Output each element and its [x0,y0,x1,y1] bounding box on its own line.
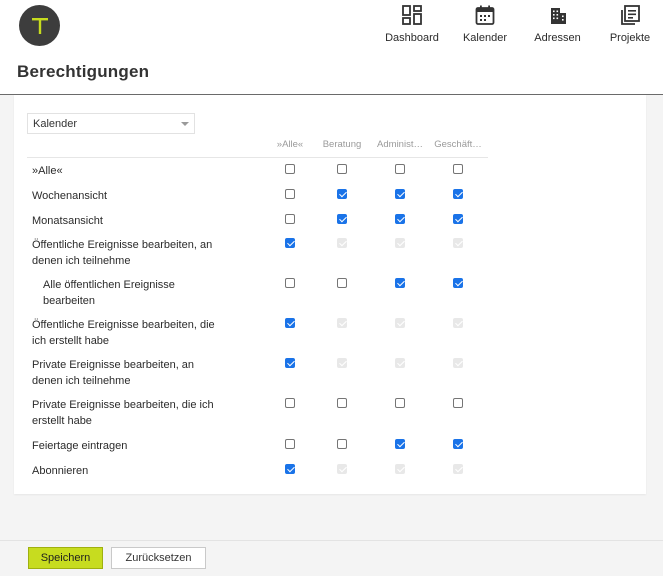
permission-label: »Alle« [32,163,63,179]
permission-checkbox[interactable] [395,164,405,174]
column-header: Beratung [322,139,362,150]
permission-label-line: denen ich teilnehme [32,375,131,387]
permission-checkbox[interactable] [285,278,295,288]
nav-dashboard[interactable]: Dashboard [383,4,441,44]
module-select[interactable]: Kalender [27,113,195,134]
permission-label: Monatsansicht [32,213,103,229]
permission-label: Private Ereignisse bearbeiten, an denen i… [32,357,194,389]
permission-checkbox[interactable] [285,464,295,474]
permission-checkbox [337,358,347,368]
permission-checkbox [453,358,463,368]
permission-label: Wochenansicht [32,188,107,204]
permission-checkbox [337,238,347,248]
permission-checkbox[interactable] [453,398,463,408]
permission-checkbox[interactable] [337,439,347,449]
permission-checkbox [453,238,463,248]
nav-projekte-label: Projekte [609,32,651,44]
permission-label-line: Wochenansicht [32,190,108,202]
permission-checkbox[interactable] [285,318,295,328]
chevron-down-icon [181,122,189,126]
column-header: Administ… [377,139,423,150]
permission-label-line: Abonnieren [32,465,89,477]
permission-checkbox[interactable] [285,398,295,408]
permission-checkbox[interactable] [285,164,295,174]
top-bar: Dashboard Kalender Adressen Projekte [0,0,663,52]
permission-checkbox[interactable] [395,398,405,408]
nav-projekte[interactable]: Projekte [605,4,655,44]
permission-label: Alle öffentlichen Ereignisse bearbeiten [43,277,175,309]
calendar-icon [475,5,495,25]
permission-checkbox[interactable] [337,214,347,224]
permission-label-line: Öffentliche Ereignisse bearbeiten, die [32,319,215,331]
column-header: »Alle« [276,139,304,150]
permission-label: Private Ereignisse bearbeiten, die ich er… [32,397,214,429]
permission-checkbox[interactable] [285,189,295,199]
save-button[interactable]: Speichern [28,547,103,569]
column-header: Geschäft… [434,139,482,150]
permission-label-line: ich erstellt habe [32,335,110,347]
dashboard-icon [402,5,422,25]
permission-label-line: Feiertage eintragen [32,440,128,452]
permission-label-line: denen ich teilnehme [32,255,131,267]
nav-kalender-label: Kalender [462,32,508,44]
permission-checkbox[interactable] [395,439,405,449]
permission-checkbox[interactable] [285,439,295,449]
nav-adressen[interactable]: Adressen [530,4,585,44]
permission-label: Öffentliche Ereignisse bearbeiten, an den… [32,237,212,269]
permission-checkbox[interactable] [453,439,463,449]
permission-checkbox[interactable] [453,278,463,288]
permission-checkbox[interactable] [395,278,405,288]
permission-checkbox [453,464,463,474]
permission-checkbox[interactable] [337,278,347,288]
permission-checkbox[interactable] [395,214,405,224]
permission-checkbox[interactable] [337,398,347,408]
permission-label: Öffentliche Ereignisse bearbeiten, die ic… [32,317,215,349]
nav-adressen-label: Adressen [534,32,581,44]
permission-checkbox[interactable] [337,189,347,199]
nav-dashboard-label: Dashboard [385,32,439,44]
permission-checkbox[interactable] [285,358,295,368]
permission-label-line: Öffentliche Ereignisse bearbeiten, an [32,239,213,251]
permission-checkbox [395,318,405,328]
permission-checkbox[interactable] [285,214,295,224]
permission-checkbox[interactable] [285,238,295,248]
permission-label: Abonnieren [32,463,88,479]
logo-letter-icon [31,17,48,34]
page-title: Berechtigungen [17,62,150,81]
header-divider [27,157,488,158]
permission-label-line: »Alle« [32,165,63,177]
documents-icon [621,5,640,25]
permission-label-line: bearbeiten [43,295,95,307]
permission-label-line: Monatsansicht [32,215,103,227]
permission-checkbox[interactable] [337,164,347,174]
buildings-icon [550,8,566,24]
permission-label-line: erstellt habe [32,415,92,427]
permission-checkbox [453,318,463,328]
app-logo[interactable] [19,5,60,46]
permission-label-line: Private Ereignisse bearbeiten, die ich [32,399,214,411]
module-select-value: Kalender [33,118,78,130]
permission-checkbox[interactable] [453,164,463,174]
permission-checkbox [337,464,347,474]
permission-checkbox [395,238,405,248]
permission-checkbox [337,318,347,328]
permission-checkbox[interactable] [395,189,405,199]
permission-checkbox[interactable] [453,189,463,199]
permission-checkbox [395,358,405,368]
permission-label-line: Private Ereignisse bearbeiten, an [32,359,195,371]
permission-checkbox [395,464,405,474]
permission-label: Feiertage eintragen [32,438,127,454]
permission-checkbox[interactable] [453,214,463,224]
nav-kalender[interactable]: Kalender [459,4,511,44]
reset-button[interactable]: Zurücksetzen [111,547,206,569]
permission-label-line: Alle öffentlichen Ereignisse [43,279,175,291]
